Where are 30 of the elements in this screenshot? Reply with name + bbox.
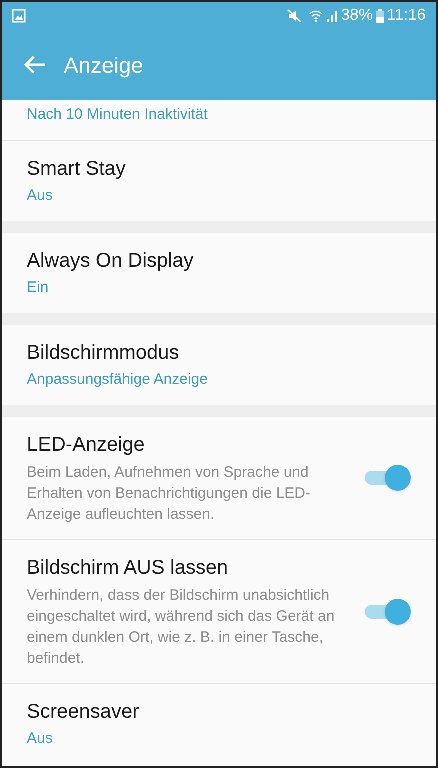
toggle-switch[interactable] [363, 598, 411, 624]
settings-item[interactable]: Screensaver Aus [2, 684, 436, 764]
settings-item[interactable]: Bildschirmmodus Anpassungsfähige Anzeige [2, 325, 436, 405]
settings-item[interactable]: LED-Anzeige Beim Laden, Aufnehmen von Sprache und Erhalten von Benachrichtigungen die LED-Anzeige aufleuchten lassen. [2, 417, 436, 539]
settings-item[interactable]: Always On Display Ein [2, 233, 436, 313]
settings-item[interactable]: Bildschirm AUS lassen Verhindern, dass der Bildschirm unabsichtlich eingeschaltet wird, während sich das Gerät an einem dunklen Ort, wie z. B. in einer Tasche, befindet. [2, 540, 436, 683]
wifi-icon [309, 9, 324, 23]
item-title: Screensaver [27, 700, 140, 725]
item-value: Anpassungsfähige Anzeige [27, 370, 209, 390]
item-title: Always On Display [27, 249, 195, 274]
item-title: Bildschirm AUS lassen [27, 556, 230, 581]
screen-title: Anzeige [64, 52, 144, 80]
image-icon [12, 9, 26, 23]
item-value: Aus [27, 186, 54, 206]
settings-item[interactable]: Smart Stay Aus [2, 141, 436, 221]
item-value: Aus [27, 729, 54, 749]
item-title: Bildschirmmodus [27, 341, 180, 366]
signal-icon [325, 9, 340, 23]
back-arrow-icon[interactable] [24, 55, 46, 75]
battery-percent: 38% [341, 6, 374, 26]
item-description: Beim Laden, Aufnehmen von Sprache und Erhalten von Benachrichtigungen die LED-Anzeige aufleuchten lassen. [27, 463, 312, 525]
item-value: Nach 10 Minuten Inaktivität [27, 105, 209, 125]
clock: 11:16 [387, 6, 426, 26]
battery-icon [376, 9, 384, 23]
item-description: Verhindern, dass der Bildschirm unabsichtlich eingeschaltet wird, während sich das Gerät an einem dunklen Ort, wie z. B. in einer Tasche, befindet. [27, 586, 336, 669]
item-value: Ein [27, 278, 50, 298]
item-title: LED-Anzeige [27, 433, 146, 458]
mute-icon [287, 9, 304, 23]
item-title: Smart Stay [27, 157, 127, 182]
toggle-switch[interactable] [363, 465, 411, 491]
